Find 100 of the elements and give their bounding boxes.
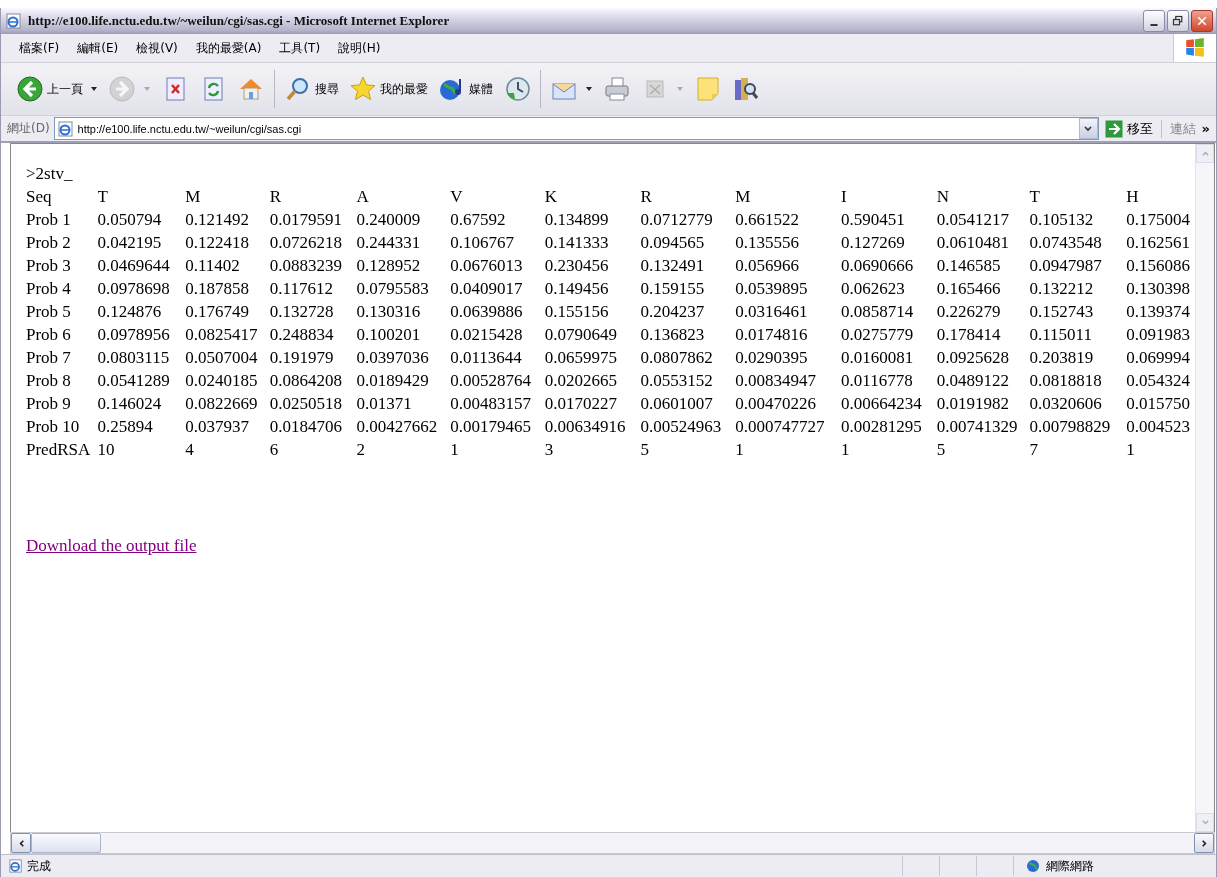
- back-button[interactable]: 上一頁: [11, 69, 103, 109]
- star-icon: [349, 75, 377, 103]
- table-cell: 0.00483157: [450, 394, 531, 413]
- dropdown-button[interactable]: [1078, 118, 1098, 139]
- table-cell: 0.0469644: [97, 256, 170, 275]
- table-cell: 0.00634916: [544, 417, 626, 436]
- window-title: http://e100.life.nctu.edu.tw/~weilun/cgi/sas.cgi - Microsoft Internet Explorer: [28, 13, 451, 29]
- table-cell: Prob 3: [26, 256, 71, 275]
- zone-text: 網際網路: [1046, 857, 1094, 875]
- table-cell: 1: [735, 440, 744, 459]
- table-cell: 0.0676013: [450, 256, 523, 275]
- table-cell: 0.0489122: [936, 371, 1010, 390]
- table-cell: 0.0553152: [640, 371, 713, 390]
- table-cell: Prob 9: [26, 394, 71, 413]
- menu-item[interactable]: 檔案(F): [10, 39, 69, 57]
- table-cell: 0.0202665: [544, 371, 618, 390]
- table-cell: 0.0883239: [269, 256, 343, 275]
- table-cell: Prob 5: [26, 302, 71, 321]
- table-cell: Prob 8: [26, 371, 71, 390]
- close-button[interactable]: [1191, 10, 1213, 32]
- table-cell: 0.244331: [356, 233, 421, 252]
- arrow-right-icon: [1104, 119, 1123, 138]
- vertical-scrollbar[interactable]: [1195, 144, 1214, 832]
- table-cell: 0.0690666: [841, 256, 914, 275]
- table-cell: 0.0116778: [841, 371, 913, 390]
- table-cell: 1: [1126, 440, 1135, 459]
- media-button[interactable]: 媒體: [433, 69, 498, 109]
- table-cell: 0.062623: [841, 279, 905, 298]
- more-button[interactable]: »: [1201, 121, 1216, 136]
- download-link[interactable]: Download the output file: [26, 534, 197, 557]
- table-cell: 0.00798829: [1029, 417, 1111, 436]
- table-cell: 0.0275779: [841, 325, 914, 344]
- caret-icon: [676, 85, 684, 93]
- table-cell: 0.0601007: [640, 394, 713, 413]
- menu-item[interactable]: 說明(H): [329, 39, 390, 57]
- table-cell: 0.176749: [185, 302, 249, 321]
- table-cell: 0.0170227: [544, 394, 618, 413]
- restore-button[interactable]: [1167, 10, 1189, 32]
- minimize-button[interactable]: [1143, 10, 1165, 32]
- table-cell: 0.00281295: [841, 417, 922, 436]
- menu-item[interactable]: 我的最愛(A): [186, 39, 271, 57]
- search-button[interactable]: 搜尋: [279, 69, 344, 109]
- table-cell: 0.050794: [97, 210, 162, 229]
- column-header: N: [936, 187, 950, 206]
- table-cell: 0.124876: [97, 302, 162, 321]
- table-cell: Prob 10: [26, 417, 80, 436]
- table-cell: 0.00524963: [640, 417, 722, 436]
- caret-icon: [585, 85, 593, 93]
- table-cell: 0.0316461: [735, 302, 808, 321]
- table-cell: 0.146024: [97, 394, 162, 413]
- windows-logo-icon: [1184, 37, 1206, 59]
- table-cell: 0.67592: [450, 210, 506, 229]
- table-cell: 0.159155: [640, 279, 705, 298]
- table-cell: 0.0409017: [450, 279, 523, 298]
- note-icon: [694, 75, 722, 103]
- column-header: T: [1029, 187, 1040, 206]
- column-header: I: [841, 187, 847, 206]
- favorites-button[interactable]: 我的最愛: [344, 69, 433, 109]
- table-cell: 6: [269, 440, 279, 459]
- table-cell: 0.0160081: [841, 348, 914, 367]
- scroll-left-icon: [16, 838, 26, 848]
- table-cell: 0.0541289: [97, 371, 170, 390]
- globe-icon: [1026, 859, 1040, 873]
- close-icon: [1196, 15, 1208, 27]
- column-header: M: [735, 187, 751, 206]
- table-cell: 0.004523: [1126, 417, 1190, 436]
- menu-item[interactable]: 檢視(V): [127, 39, 187, 57]
- table-cell: 0.00741329: [936, 417, 1018, 436]
- clock-icon: [503, 75, 531, 103]
- table-cell: 0.115011: [1029, 325, 1092, 344]
- restore-icon: [1172, 15, 1184, 27]
- table-cell: 10: [97, 440, 115, 459]
- table-cell: 0.149456: [544, 279, 609, 298]
- table-cell: 1: [450, 440, 459, 459]
- table-cell: 0.0541217: [936, 210, 1010, 229]
- table-cell: 0.122418: [185, 233, 249, 252]
- scroll-up-icon: [1200, 149, 1210, 158]
- column-header: A: [356, 187, 369, 206]
- go-button[interactable]: 移至: [1098, 116, 1161, 141]
- scroll-thumb[interactable]: [31, 833, 101, 853]
- table-cell: 0.203819: [1029, 348, 1094, 367]
- table-cell: 0.0822669: [185, 394, 258, 413]
- table-cell: 0.130316: [356, 302, 421, 321]
- table-cell: 0.134899: [544, 210, 609, 229]
- scroll-right-icon: [1199, 838, 1209, 848]
- table-cell: 0.146585: [936, 256, 1001, 275]
- table-cell: 0.156086: [1126, 256, 1190, 275]
- table-cell: 0.132491: [640, 256, 705, 275]
- menu-item[interactable]: 編輯(E): [68, 39, 128, 57]
- table-cell: 0.0174816: [735, 325, 808, 344]
- table-cell: 0.0659975: [544, 348, 618, 367]
- table-cell: 0.0947987: [1029, 256, 1102, 275]
- menu-item[interactable]: 工具(T): [270, 39, 330, 57]
- table-cell: 0.0712779: [640, 210, 713, 229]
- horizontal-scrollbar[interactable]: [10, 832, 1215, 854]
- table-cell: Prob 4: [26, 279, 71, 298]
- table-cell: 0.00834947: [735, 371, 817, 390]
- table-cell: 0.0397036: [356, 348, 429, 367]
- table-cell: 0.094565: [640, 233, 705, 252]
- address-field[interactable]: http://e100.life.nctu.edu.tw/~weilun/cgi/sas.cgi: [53, 117, 1099, 140]
